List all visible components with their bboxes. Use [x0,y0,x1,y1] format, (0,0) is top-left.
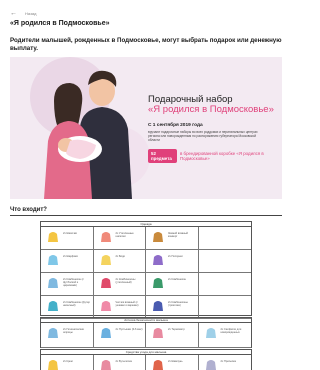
fleece-jumpsuit-icon [48,301,58,311]
intro-text: Родители малышей, рожденных в Подмосковь… [10,37,282,52]
clothing-grid: 2х Шапочки 2х Утепленные шапочки Зимний вя… [41,227,251,319]
knit-jumpsuit-icon [153,301,163,311]
shampoo-icon [153,360,163,370]
product-label: 2х Комбинезоны (трикотаж) [168,301,188,307]
product-label: 2х Термометр [168,328,185,331]
hero-description: вручают подарочные наборы во всех роддом… [148,130,258,142]
hygiene-table: Аптечка безопасности малыша 2х Гигиениче… [40,317,252,348]
clothing-table: Одежда 2х Шапочки 2х Утепленные шапочки Зи… [40,221,252,319]
product-label: Зимний вязаный конверт [168,232,188,238]
hygiene-grid: 2х Гигиенические шприцы 2х Пустышки (0-6 … [41,323,251,348]
romper-icon [153,255,163,265]
powder-icon [205,360,216,370]
hero-date: С 1 сентября 2019 года [148,123,203,128]
product-cell: 2х Присыпка [199,355,252,370]
cream-icon [48,360,58,370]
product-label: 2х Комбинезоны (утепленный) [115,278,136,284]
product-cell: 2х Комбинезон (с футболкой и царапками) [41,273,94,296]
product-cell: 2х Пустышки (0-6 мес) [93,323,146,348]
top-bar: ← Назад [10,7,36,19]
page-title: «Я родился в Подмосковье» [10,20,110,27]
jumpsuit-icon [48,278,58,288]
product-label: 2х Комбинезон (с футболкой и царапками) [63,278,84,287]
product-cell: 2х Шарфики [41,250,94,273]
product-cell: 2х Термометр [146,323,199,348]
product-cell: 2х Утепленные шапочки [93,227,146,250]
scarf-icon [48,255,58,265]
product-label: 2х Крем [63,360,73,363]
knitted-envelope-icon [153,232,163,242]
product-cell: 2х Комбинезон [146,273,199,296]
product-label: 2х Боди [115,255,126,258]
product-cell: Зимний вязаный конверт [146,227,199,250]
product-cell [198,273,251,296]
product-label: 2х Присыпка [220,360,236,363]
product-cell [198,227,251,250]
product-cell: Чепчик вязаный (с ушками и варежки) [93,296,146,319]
hero-badge-row: 52 предмета в брендированной коробке «Я … [148,149,278,163]
product-cell [198,296,251,319]
bodysuit-icon [100,255,111,265]
product-label: 2х Гигиенические шприцы [63,328,85,334]
syringe-icon [48,328,58,338]
product-cell: 2х Комбинезоны (трикотаж) [146,296,199,319]
thermometer-icon [153,328,163,338]
pacifier-icon [100,328,111,338]
warm-jumpsuit-icon [100,278,111,288]
product-cell: 2х Салфетки для новорожденных [198,323,251,348]
contents-heading: Что входит? [10,207,47,213]
product-cell: 2х Комбинезоны (утепленный) [93,273,146,296]
product-label: 2х Шампунь [168,360,183,363]
product-label: 2х Комбинезон [168,278,186,281]
section-divider [10,215,282,216]
bottle-icon [100,360,111,370]
product-cell: 2х Шапочки [41,227,94,250]
wipes-icon [205,328,216,338]
product-label: 2х Шарфики [63,255,78,258]
item-count-badge: 52 предмета [148,149,177,163]
breadcrumb[interactable]: Назад [25,11,36,16]
back-arrow-icon[interactable]: ← [10,10,17,17]
hero-text-block: Подарочный набор «Я родился в Подмосковь… [148,95,278,163]
product-cell: 2х Крем [41,355,94,370]
product-label: 2х Комбинезон (футер начесный) [63,301,90,307]
product-label: 2х Салфетки для новорожденных [220,328,242,334]
bonnet-icon [100,301,111,311]
badge-caption: в брендированной коробке «Я родился в По… [180,151,264,161]
product-label: 2х Бутылочка [115,360,132,363]
product-cell [198,250,251,273]
care-table: Средства ухода для малыша 2х Крем 2х Буты… [40,349,252,370]
product-cell: 2х Боди [93,250,146,273]
hero-banner: Подарочный набор «Я родился в Подмосковь… [10,57,282,199]
product-label: 2х Шапочки [63,232,78,235]
product-label: Чепчик вязаный (с ушками и варежки) [115,301,139,307]
product-cell: 2х Шампунь [146,355,199,370]
product-cell: 2х Бутылочка [94,355,146,370]
product-cell: 2х Гигиенические шприцы [41,323,94,348]
product-label: 2х Ползунки [168,255,183,258]
care-grid: 2х Крем 2х Бутылочка 2х Шампунь 2х Присыпка [41,355,251,370]
product-cell: 2х Комбинезон (футер начесный) [41,296,94,319]
product-cell: 2х Ползунки [146,250,199,273]
product-label: 2х Утепленные шапочки [115,232,134,238]
product-label: 2х Пустышки (0-6 мес) [115,328,143,331]
hat-icon [48,232,58,242]
overall-icon [153,278,163,288]
warm-hat-icon [100,232,111,242]
hero-subtitle: «Я родился в Подмосковье» [148,104,274,115]
